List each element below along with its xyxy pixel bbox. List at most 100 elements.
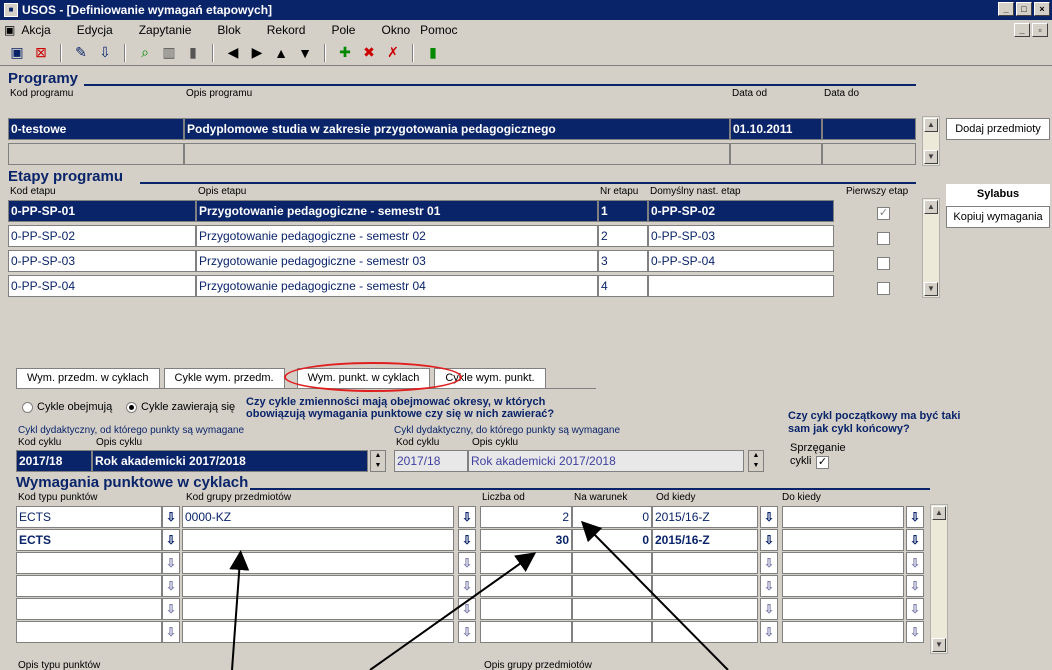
close-button[interactable]: × (1034, 2, 1050, 16)
wym-warunek-cell[interactable] (572, 621, 652, 643)
wym-do-cell[interactable] (782, 529, 904, 551)
save-icon[interactable]: ▣ (8, 44, 26, 62)
lov-icon[interactable]: ⇩ (162, 575, 180, 597)
program-empty-opis[interactable] (184, 143, 730, 165)
menu-blok[interactable]: Blok (217, 23, 240, 37)
wym-liczba-cell[interactable]: 30 (480, 529, 572, 551)
insert-record-icon[interactable]: ✚ (336, 44, 354, 62)
lov-icon[interactable]: ⇩ (458, 598, 476, 620)
menu-rekord[interactable]: Rekord (267, 23, 306, 37)
lov-icon[interactable]: ⇩ (906, 552, 924, 574)
wym-grupa-cell[interactable] (182, 598, 454, 620)
wym-do-cell[interactable] (782, 575, 904, 597)
etap-nr-cell[interactable]: 3 (598, 250, 648, 272)
lov-icon[interactable]: ⇩ (760, 598, 778, 620)
wym-grupa-cell[interactable] (182, 529, 454, 551)
wym-warunek-cell[interactable] (572, 552, 652, 574)
scroll-up-icon[interactable]: ▲ (924, 118, 938, 132)
down-icon[interactable]: ▼ (296, 44, 314, 62)
etap-kod-cell[interactable]: 0-PP-SP-04 (8, 275, 196, 297)
menu-icon[interactable]: ▣ (4, 23, 15, 37)
next-icon[interactable]: ▶ (248, 44, 266, 62)
radio-cykle-zawieraja[interactable] (126, 402, 137, 413)
bars-icon[interactable]: ▮ (184, 44, 202, 62)
wym-od-cell[interactable]: 2015/16-Z (652, 529, 758, 551)
program-data-do-cell[interactable] (822, 118, 916, 140)
wym-od-cell[interactable] (652, 598, 758, 620)
wym-liczba-cell[interactable] (480, 575, 572, 597)
mdi-minimize-button[interactable]: _ (1014, 23, 1030, 37)
lov-icon[interactable]: ⇩ (162, 621, 180, 643)
start-kod-cyklu[interactable]: 2017/18 (16, 450, 92, 472)
etap-nr-cell[interactable]: 1 (598, 200, 648, 222)
wym-warunek-cell[interactable]: 0 (572, 529, 652, 551)
exit-door-icon[interactable]: ▮ (424, 44, 442, 62)
pierwszy-etap-checkbox[interactable] (877, 282, 890, 295)
chart-icon[interactable]: ▥ (160, 44, 178, 62)
wym-do-cell[interactable] (782, 621, 904, 643)
etap-opis-cell[interactable]: Przygotowanie pedagogiczne - semestr 03 (196, 250, 598, 272)
lov-icon[interactable]: ⇩ (906, 506, 924, 528)
etap-nast-cell[interactable] (648, 275, 834, 297)
wym-grupa-cell[interactable] (182, 621, 454, 643)
wym-do-cell[interactable] (782, 598, 904, 620)
sprzeganie-checkbox[interactable]: ✓ (816, 456, 829, 469)
lov-icon[interactable]: ⇩ (760, 552, 778, 574)
lov-icon[interactable]: ⇩ (162, 529, 180, 551)
etap-nr-cell[interactable]: 4 (598, 275, 648, 297)
etap-nast-cell[interactable]: 0-PP-SP-03 (648, 225, 834, 247)
download-icon[interactable]: ⇩ (96, 44, 114, 62)
lov-icon[interactable]: ⇩ (760, 621, 778, 643)
kopiuj-wymagania-button[interactable]: Kopiuj wymagania (946, 206, 1050, 228)
program-data-od-cell[interactable]: 01.10.2011 (730, 118, 822, 140)
wym-grupa-cell[interactable] (182, 575, 454, 597)
lov-icon[interactable]: ⇩ (458, 621, 476, 643)
menu-okno[interactable]: Okno (381, 23, 410, 37)
wym-od-cell[interactable] (652, 575, 758, 597)
dodaj-przedmioty-button[interactable]: Dodaj przedmioty (946, 118, 1050, 140)
wymagania-scrollbar[interactable]: ▲ ▼ (930, 504, 948, 654)
program-empty-data-od[interactable] (730, 143, 822, 165)
wym-typ-cell[interactable]: ECTS (16, 529, 162, 551)
minimize-button[interactable]: _ (998, 2, 1014, 16)
scroll-up-icon[interactable]: ▲ (924, 200, 938, 214)
sylabus-button[interactable]: Sylabus (946, 184, 1050, 206)
menu-edycja[interactable]: Edycja (77, 23, 113, 37)
program-empty-data-do[interactable] (822, 143, 916, 165)
scroll-down-icon[interactable]: ▼ (924, 150, 938, 164)
lov-icon[interactable]: ⇩ (458, 552, 476, 574)
etap-kod-cell[interactable]: 0-PP-SP-02 (8, 225, 196, 247)
prev-icon[interactable]: ◀ (224, 44, 242, 62)
lov-icon[interactable]: ⇩ (458, 506, 476, 528)
start-opis-cyklu[interactable]: Rok akademicki 2017/2018 (92, 450, 368, 472)
wym-liczba-cell[interactable]: 2 (480, 506, 572, 528)
exit-icon[interactable]: ⊠ (32, 44, 50, 62)
etap-kod-cell[interactable]: 0-PP-SP-01 (8, 200, 196, 222)
tab-cykle-wym-przedm[interactable]: Cykle wym. przedm. (163, 368, 285, 388)
etapy-scrollbar[interactable]: ▲ ▼ (922, 198, 940, 298)
programy-scrollbar[interactable]: ▲ ▼ (922, 116, 940, 166)
wym-warunek-cell[interactable] (572, 598, 652, 620)
etap-nast-cell[interactable]: 0-PP-SP-04 (648, 250, 834, 272)
menu-pomoc[interactable]: Pomoc (420, 23, 457, 37)
wym-od-cell[interactable] (652, 552, 758, 574)
wym-typ-cell[interactable] (16, 552, 162, 574)
wym-typ-cell[interactable]: ECTS (16, 506, 162, 528)
etap-nast-cell[interactable]: 0-PP-SP-02 (648, 200, 834, 222)
wym-do-cell[interactable] (782, 552, 904, 574)
end-cycle-spinner[interactable]: ▲ ▼ (748, 450, 764, 472)
etap-kod-cell[interactable]: 0-PP-SP-03 (8, 250, 196, 272)
lov-icon[interactable]: ⇩ (162, 552, 180, 574)
lov-icon[interactable]: ⇩ (906, 621, 924, 643)
lov-icon[interactable]: ⇩ (162, 506, 180, 528)
wym-do-cell[interactable] (782, 506, 904, 528)
edit-icon[interactable]: ✎ (72, 44, 90, 62)
mdi-restore-button[interactable]: ▫ (1032, 23, 1048, 37)
scroll-down-icon[interactable]: ▼ (924, 282, 938, 296)
wym-warunek-cell[interactable]: 0 (572, 506, 652, 528)
program-kod-cell[interactable]: 0-testowe (8, 118, 184, 140)
clear-icon[interactable]: ✗ (384, 44, 402, 62)
wym-liczba-cell[interactable] (480, 552, 572, 574)
lov-icon[interactable]: ⇩ (760, 575, 778, 597)
pierwszy-etap-checkbox[interactable]: ✓ (877, 207, 890, 220)
